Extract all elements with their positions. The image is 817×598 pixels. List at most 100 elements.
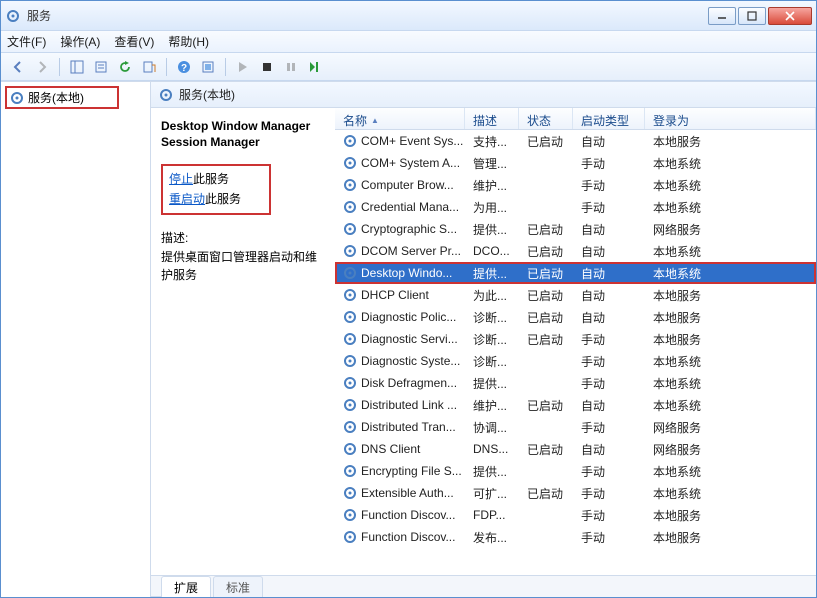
gear-icon: [159, 88, 173, 102]
cell-desc: 为此...: [465, 287, 519, 304]
menu-action[interactable]: 操作(A): [60, 33, 100, 50]
cell-desc: 提供...: [465, 375, 519, 392]
tab-extended[interactable]: 扩展: [161, 576, 211, 597]
toolbar: ?: [1, 53, 816, 81]
gear-icon: [343, 222, 357, 236]
cell-startup: 手动: [573, 419, 645, 436]
pause-service-button[interactable]: [280, 56, 302, 78]
service-row[interactable]: Function Discov...发布...手动本地服务: [335, 526, 816, 548]
cell-desc: 可扩...: [465, 485, 519, 502]
gear-icon: [343, 530, 357, 544]
stop-service-line: 停止此服务: [169, 170, 263, 189]
tree-node-services-local[interactable]: 服务(本地): [5, 86, 119, 109]
minimize-button[interactable]: [708, 7, 736, 25]
service-row[interactable]: DCOM Server Pr...DCO...已启动自动本地系统: [335, 240, 816, 262]
cell-startup: 自动: [573, 441, 645, 458]
menu-view[interactable]: 查看(V): [114, 33, 154, 50]
cell-desc: 提供...: [465, 463, 519, 480]
svg-text:?: ?: [181, 63, 187, 74]
cell-startup: 手动: [573, 485, 645, 502]
cell-desc: 提供...: [465, 265, 519, 282]
cell-logon: 本地系统: [645, 375, 816, 392]
back-button[interactable]: [7, 56, 29, 78]
gear-icon: [343, 310, 357, 324]
cell-name: Credential Mana...: [335, 200, 465, 214]
export-button[interactable]: [138, 56, 160, 78]
stop-service-button[interactable]: [256, 56, 278, 78]
content-area: 服务(本地) Desktop Window Manager Session Ma…: [151, 82, 816, 597]
gear-icon: [343, 178, 357, 192]
cell-logon: 本地服务: [645, 507, 816, 524]
cell-desc: DNS...: [465, 442, 519, 456]
cell-logon: 本地服务: [645, 287, 816, 304]
tab-standard[interactable]: 标准: [213, 576, 263, 597]
description-text: 提供桌面窗口管理器启动和维护服务: [161, 248, 327, 284]
service-row[interactable]: Credential Mana...为用...手动本地系统: [335, 196, 816, 218]
service-row[interactable]: Diagnostic Syste...诊断...手动本地系统: [335, 350, 816, 372]
cell-status: 已启动: [519, 309, 573, 326]
service-rows[interactable]: COM+ Event Sys...支持...已启动自动本地服务COM+ Syst…: [335, 130, 816, 575]
cell-desc: 诊断...: [465, 309, 519, 326]
tab-spacer: [151, 596, 161, 597]
service-row[interactable]: Function Discov...FDP...手动本地服务: [335, 504, 816, 526]
service-row[interactable]: DNS ClientDNS...已启动自动网络服务: [335, 438, 816, 460]
show-hide-tree-button[interactable]: [66, 56, 88, 78]
cell-logon: 网络服务: [645, 419, 816, 436]
menu-file[interactable]: 文件(F): [7, 33, 46, 50]
service-row[interactable]: DHCP Client为此...已启动自动本地服务: [335, 284, 816, 306]
service-row[interactable]: Diagnostic Servi...诊断...已启动手动本地服务: [335, 328, 816, 350]
selected-service-title: Desktop Window Manager Session Manager: [161, 118, 327, 150]
service-row[interactable]: Diagnostic Polic...诊断...已启动自动本地服务: [335, 306, 816, 328]
column-status[interactable]: 状态: [519, 108, 573, 129]
cell-status: 已启动: [519, 331, 573, 348]
service-row[interactable]: Encrypting File S...提供...手动本地系统: [335, 460, 816, 482]
menu-help[interactable]: 帮助(H): [168, 33, 209, 50]
cell-logon: 本地系统: [645, 485, 816, 502]
maximize-button[interactable]: [738, 7, 766, 25]
forward-button[interactable]: [31, 56, 53, 78]
restart-service-line: 重启动此服务: [169, 190, 263, 209]
cell-logon: 本地系统: [645, 353, 816, 370]
service-row[interactable]: Cryptographic S...提供...已启动自动网络服务: [335, 218, 816, 240]
menubar: 文件(F) 操作(A) 查看(V) 帮助(H): [1, 31, 816, 53]
properties-button[interactable]: [90, 56, 112, 78]
cell-logon: 本地服务: [645, 309, 816, 326]
cell-name: Distributed Link ...: [335, 398, 465, 412]
window-buttons: [708, 7, 812, 25]
service-row[interactable]: Desktop Windo...提供...已启动自动本地系统: [335, 262, 816, 284]
stop-suffix: 此服务: [193, 172, 229, 186]
help-button[interactable]: ?: [173, 56, 195, 78]
cell-desc: 发布...: [465, 529, 519, 546]
service-row[interactable]: Distributed Tran...协调...手动网络服务: [335, 416, 816, 438]
service-row[interactable]: Distributed Link ...维护...已启动自动本地系统: [335, 394, 816, 416]
column-headers: 名称▲ 描述 状态 启动类型 登录为: [335, 108, 816, 130]
window-title: 服务: [27, 7, 708, 24]
service-row[interactable]: COM+ Event Sys...支持...已启动自动本地服务: [335, 130, 816, 152]
close-button[interactable]: [768, 7, 812, 25]
service-row[interactable]: Computer Brow...维护...手动本地系统: [335, 174, 816, 196]
restart-service-button[interactable]: [304, 56, 326, 78]
services-window: 服务 文件(F) 操作(A) 查看(V) 帮助(H) ?: [0, 0, 817, 598]
extra-button[interactable]: [197, 56, 219, 78]
gear-icon: [343, 354, 357, 368]
gear-icon: [343, 244, 357, 258]
titlebar[interactable]: 服务: [1, 1, 816, 31]
cell-logon: 本地系统: [645, 177, 816, 194]
cell-name: Diagnostic Polic...: [335, 310, 465, 324]
gear-icon: [343, 156, 357, 170]
cell-name: DHCP Client: [335, 288, 465, 302]
column-startup[interactable]: 启动类型: [573, 108, 645, 129]
refresh-button[interactable]: [114, 56, 136, 78]
column-name[interactable]: 名称▲: [335, 108, 465, 129]
service-row[interactable]: COM+ System A...管理...手动本地系统: [335, 152, 816, 174]
restart-link[interactable]: 重启动: [169, 192, 205, 206]
stop-link[interactable]: 停止: [169, 172, 193, 186]
column-logon[interactable]: 登录为: [645, 108, 816, 129]
cell-status: 已启动: [519, 133, 573, 150]
service-row[interactable]: Disk Defragmen...提供...手动本地系统: [335, 372, 816, 394]
column-desc[interactable]: 描述: [465, 108, 519, 129]
cell-desc: 诊断...: [465, 353, 519, 370]
service-row[interactable]: Extensible Auth...可扩...已启动手动本地系统: [335, 482, 816, 504]
start-service-button[interactable]: [232, 56, 254, 78]
cell-status: 已启动: [519, 243, 573, 260]
